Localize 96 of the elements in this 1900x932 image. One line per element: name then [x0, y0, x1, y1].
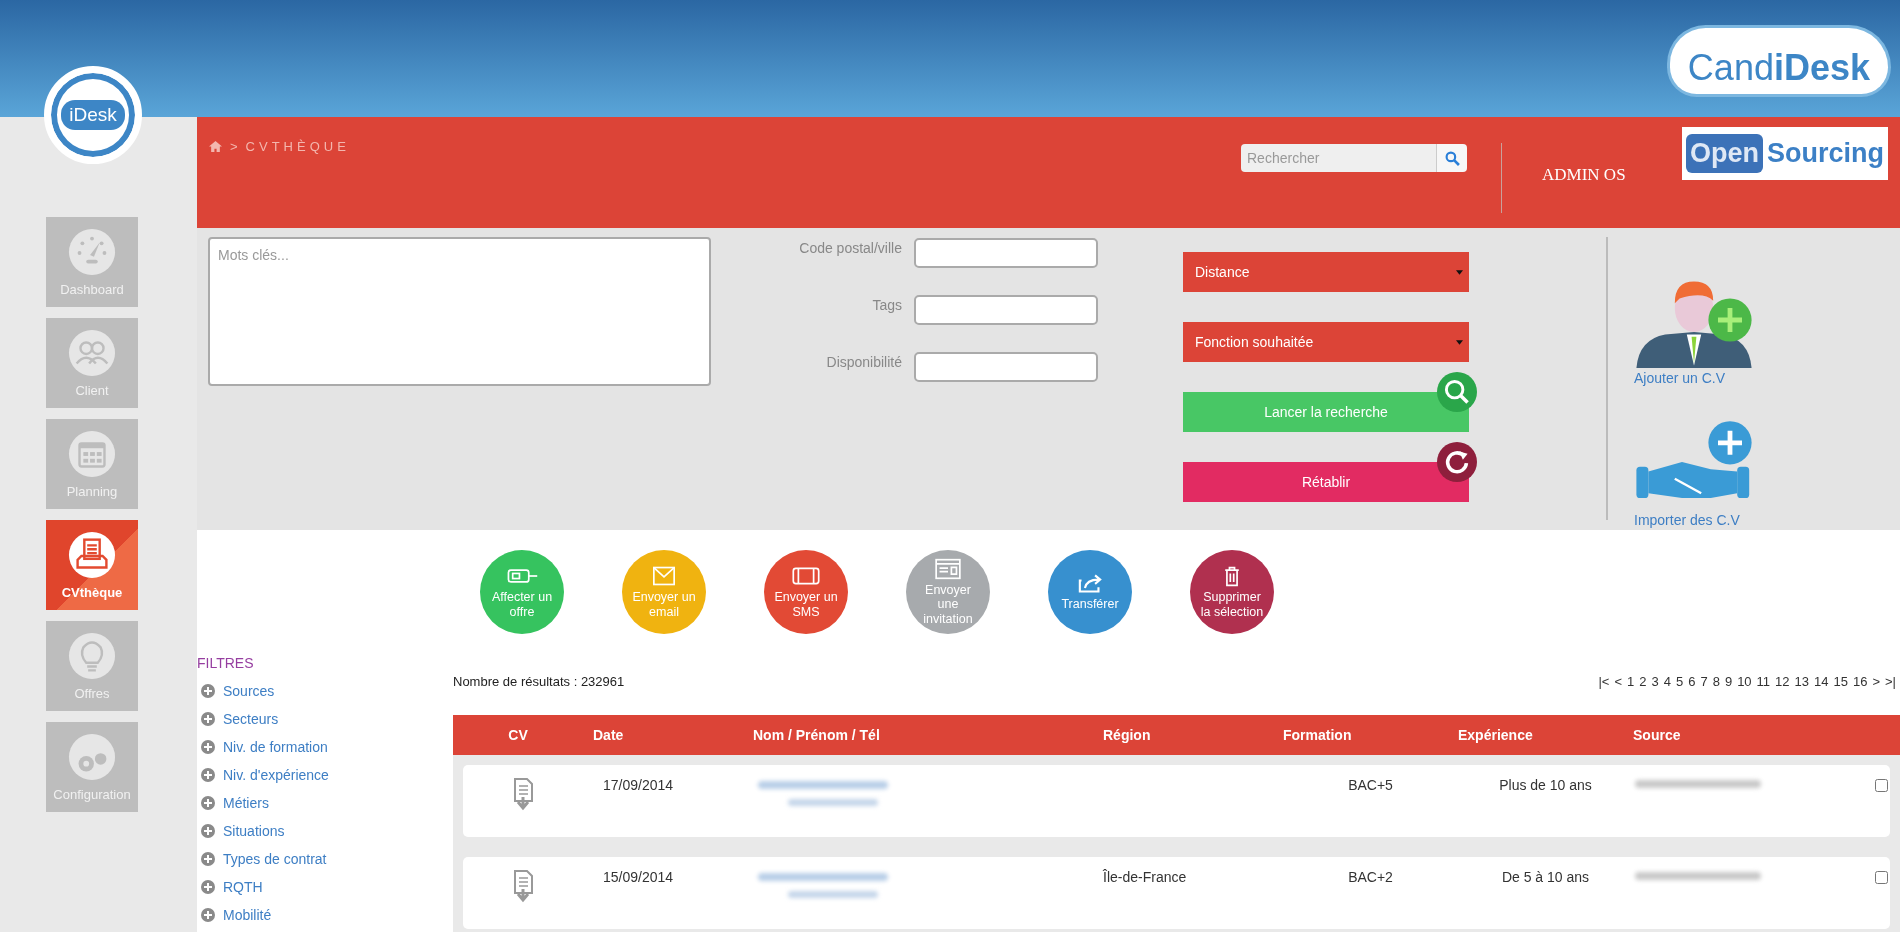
action-button[interactable]: Envoyer une invitation: [906, 550, 990, 634]
gauge-icon: [68, 227, 116, 276]
document-download-icon[interactable]: [511, 869, 535, 903]
people-icon: [68, 328, 116, 377]
column-header: Nom / Prénom / Tél: [753, 727, 881, 743]
caret-icon: [1456, 339, 1463, 345]
page-link[interactable]: 10: [1737, 673, 1752, 689]
keywords-field[interactable]: Mots clés...: [208, 237, 711, 386]
table-cell-text: 17/09/2014: [602, 777, 675, 793]
table-cell-text: 15/09/2014: [602, 869, 675, 885]
results-count: Nombre de résultats : 232961: [453, 673, 625, 689]
filter-item[interactable]: Métiers: [197, 789, 269, 817]
filters-title: FILTRES: [197, 655, 255, 671]
page-link[interactable]: >: [1872, 673, 1881, 689]
import-cv-link[interactable]: Importer des C.V: [1634, 414, 1754, 528]
plus-icon: [201, 684, 215, 698]
page-link[interactable]: >|: [1885, 673, 1896, 689]
refresh-icon: [1437, 442, 1477, 482]
action-button[interactable]: Supprimer la sélection: [1190, 550, 1274, 634]
plus-icon: [201, 768, 215, 782]
page-link[interactable]: 2: [1639, 673, 1647, 689]
dropdown[interactable]: Distance: [1183, 252, 1469, 292]
filter-item[interactable]: Situations: [197, 817, 285, 845]
filter-item[interactable]: Secteurs: [197, 705, 279, 733]
filter-item[interactable]: Niv. d'expérience: [197, 761, 329, 789]
input-field[interactable]: [914, 295, 1098, 325]
table-cell-text: BAC+5: [1347, 777, 1394, 793]
search-field[interactable]: Rechercher: [1241, 144, 1436, 172]
filter-item[interactable]: Types de contrat: [197, 845, 327, 873]
table-cell-text: BAC+2: [1347, 869, 1394, 885]
filter-item[interactable]: Mobilité: [197, 901, 272, 929]
calendar-icon: [68, 429, 116, 478]
plus-icon: [201, 824, 215, 838]
field-label: Tags: [872, 297, 902, 313]
field-label: Code postal/ville: [799, 240, 902, 256]
table-cell-text: Île-de-France: [1103, 869, 1188, 885]
home-icon[interactable]: [209, 141, 222, 152]
page-link[interactable]: 11: [1756, 673, 1771, 689]
filter-item[interactable]: Niv. de formation: [197, 733, 328, 761]
page-link[interactable]: 12: [1775, 673, 1790, 689]
breadcrumb-separator: >: [230, 139, 238, 154]
table-cell-text: Plus de 10 ans: [1498, 777, 1593, 793]
filter-item[interactable]: Sources: [197, 677, 275, 705]
document-download-icon[interactable]: [511, 777, 535, 811]
gears-icon: [68, 732, 116, 781]
column-header: Date: [592, 727, 625, 743]
candidesk-logo: CandiDesk: [1669, 28, 1888, 94]
column-header: Région: [1103, 727, 1152, 743]
page-link[interactable]: <: [1614, 673, 1622, 689]
plus-icon: [201, 712, 215, 726]
page-link[interactable]: |<: [1598, 673, 1610, 689]
plus-icon: [201, 908, 215, 922]
caret-icon: [1456, 269, 1463, 275]
filter-item[interactable]: RQTH: [197, 873, 263, 901]
user-name[interactable]: ADMIN OS: [1542, 165, 1682, 185]
page-link[interactable]: 5: [1675, 673, 1684, 689]
page-link[interactable]: 14: [1814, 673, 1829, 689]
plus-icon: [201, 796, 215, 810]
action-button[interactable]: Affecter un offre: [480, 550, 564, 634]
plus-icon: [201, 852, 215, 866]
plus-icon: [201, 740, 215, 754]
page-link[interactable]: 16: [1852, 673, 1868, 689]
column-header: CV: [507, 727, 529, 743]
magnifier-icon: [1437, 372, 1477, 412]
action-button[interactable]: Transférer: [1048, 550, 1132, 634]
page-link[interactable]: 6: [1688, 673, 1696, 689]
reset-button[interactable]: Rétablir: [1183, 462, 1469, 502]
page-link[interactable]: 9: [1724, 673, 1733, 689]
field-label: Disponibilité: [826, 354, 902, 370]
column-header: Formation: [1283, 727, 1353, 743]
search-button[interactable]: [1436, 144, 1467, 172]
row-checkbox[interactable]: [1875, 871, 1888, 884]
column-header: Expérience: [1458, 727, 1534, 743]
opensourcing-logo: Open Sourcing: [1682, 127, 1888, 180]
row-checkbox[interactable]: [1875, 779, 1888, 792]
input-field[interactable]: [914, 352, 1098, 382]
idesk-logo[interactable]: iDesk: [44, 66, 142, 164]
page-link[interactable]: 4: [1663, 673, 1671, 689]
action-button[interactable]: Envoyer un SMS: [764, 550, 848, 634]
page-link[interactable]: 8: [1712, 673, 1720, 689]
page-link[interactable]: 1: [1627, 673, 1635, 689]
column-header: Source: [1633, 727, 1682, 743]
page-link[interactable]: 15: [1833, 673, 1848, 689]
dropdown[interactable]: Fonction souhaitée: [1183, 322, 1469, 362]
sidebar-item[interactable]: CVthèque: [46, 520, 138, 610]
lightbulb-icon: [68, 631, 116, 680]
add-cv-link[interactable]: Ajouter un C.V: [1634, 272, 1754, 386]
table-cell-text: De 5 à 10 ans: [1500, 869, 1591, 885]
breadcrumb-current: CVTHÈQUE: [245, 139, 350, 154]
search-icon[interactable]: [1444, 150, 1460, 166]
page-link[interactable]: 3: [1651, 673, 1659, 689]
input-field[interactable]: [914, 238, 1098, 268]
page-link[interactable]: 13: [1794, 673, 1810, 689]
plus-icon: [201, 880, 215, 894]
document-tray-icon: [68, 530, 116, 579]
page-link[interactable]: 7: [1700, 673, 1708, 689]
